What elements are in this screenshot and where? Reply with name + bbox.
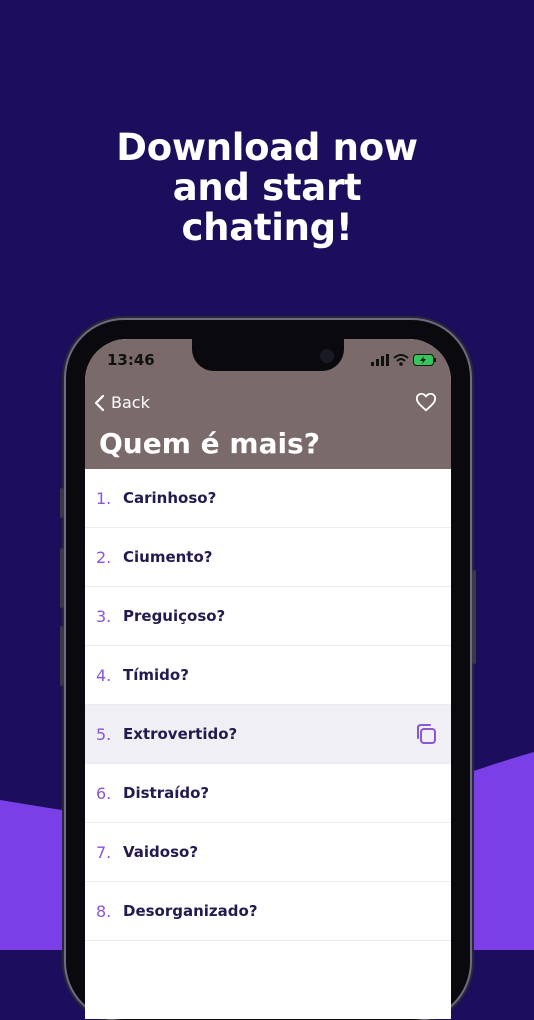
mute-switch — [60, 488, 64, 518]
item-label: Extrovertido? — [123, 725, 238, 743]
heart-icon[interactable] — [415, 391, 437, 413]
chevron-left-icon — [94, 394, 105, 411]
item-label: Desorganizado? — [123, 902, 258, 920]
promo-headline: Download now and start chating! — [0, 128, 534, 248]
question-list: 1. Carinhoso? 2. Ciumento? 3. Preguiçoso… — [85, 469, 451, 941]
copy-icon[interactable] — [415, 723, 437, 745]
notch — [192, 339, 344, 371]
item-number: 4. — [96, 665, 112, 685]
back-button[interactable]: Back — [93, 393, 150, 412]
list-item[interactable]: 2. Ciumento? — [85, 528, 451, 587]
power-button — [472, 570, 476, 664]
list-item-selected[interactable]: 5. Extrovertido? — [85, 705, 451, 764]
back-label: Back — [111, 393, 150, 412]
list-item[interactable]: 4. Tímido? — [85, 646, 451, 705]
battery-charging-icon — [413, 354, 436, 366]
item-number: 7. — [96, 842, 112, 862]
list-item[interactable]: 1. Carinhoso? — [85, 469, 451, 528]
item-number: 2. — [96, 547, 112, 567]
promo-line-2: and start — [172, 166, 362, 209]
item-label: Tímido? — [123, 666, 189, 684]
camera-icon — [320, 349, 334, 363]
page-title: Quem é mais? — [99, 427, 320, 460]
item-number: 8. — [96, 901, 112, 921]
list-item[interactable]: 8. Desorganizado? — [85, 882, 451, 941]
status-icons — [371, 354, 437, 366]
list-item[interactable]: 7. Vaidoso? — [85, 823, 451, 882]
item-label: Preguiçoso? — [123, 607, 226, 625]
promo-line-3: chating! — [181, 206, 353, 249]
volume-down-button — [60, 626, 64, 686]
item-number: 5. — [96, 724, 112, 744]
item-label: Vaidoso? — [123, 843, 199, 861]
status-time: 13:46 — [107, 351, 155, 369]
list-item[interactable]: 6. Distraído? — [85, 764, 451, 823]
item-number: 6. — [96, 783, 112, 803]
app-header: 13:46 Back Quem é mais? — [85, 339, 451, 469]
signal-icon — [371, 354, 389, 366]
item-number: 1. — [96, 488, 112, 508]
app-screen: 13:46 Back Quem é mais? 1. Carinhoso? 2.… — [85, 339, 451, 1019]
phone-frame: 13:46 Back Quem é mais? 1. Carinhoso? 2.… — [60, 320, 476, 1020]
item-label: Ciumento? — [123, 548, 213, 566]
item-label: Distraído? — [123, 784, 210, 802]
item-label: Carinhoso? — [123, 489, 217, 507]
list-item[interactable]: 3. Preguiçoso? — [85, 587, 451, 646]
volume-up-button — [60, 548, 64, 608]
wifi-icon — [393, 354, 409, 366]
item-number: 3. — [96, 606, 112, 626]
promo-line-1: Download now — [116, 126, 418, 169]
